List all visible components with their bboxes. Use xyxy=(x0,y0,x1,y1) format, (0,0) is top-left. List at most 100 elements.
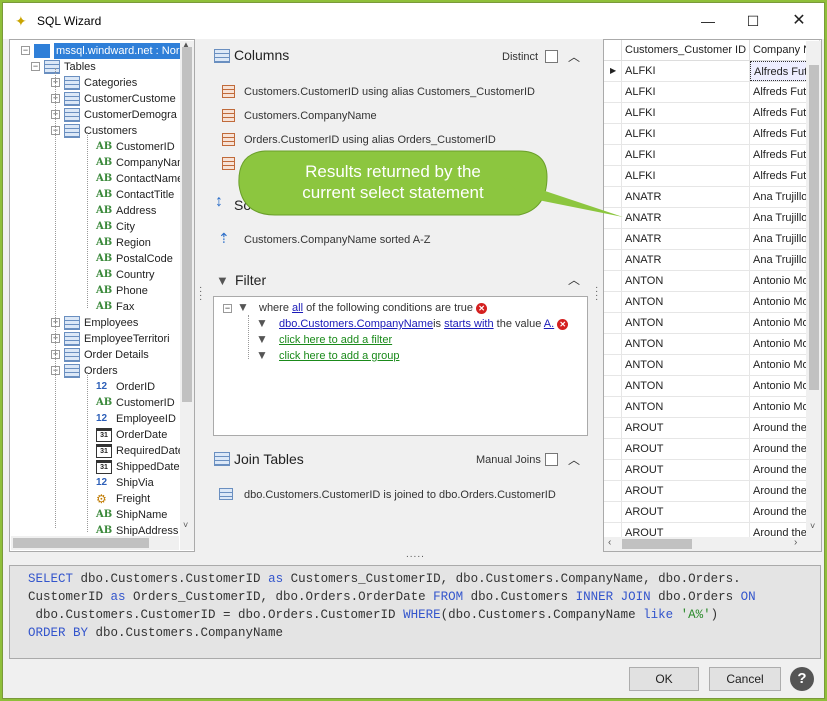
left-splitter-handle[interactable]: · · · · xyxy=(199,283,202,305)
tree-column[interactable]: AB Country xyxy=(10,267,180,283)
tree-table[interactable]: − Orders xyxy=(10,363,180,379)
tree-column[interactable]: AB PostalCode xyxy=(10,251,180,267)
tree-column[interactable]: AB Address xyxy=(10,203,180,219)
tree-column[interactable]: 31 RequiredDate xyxy=(10,443,184,459)
table-row[interactable]: AROUT Around the xyxy=(604,502,821,523)
table-row[interactable]: ANATR Ana Trujillo xyxy=(604,187,821,208)
tree-vertical-scrollbar[interactable]: ▲ ˅ xyxy=(180,40,194,550)
where-all-link[interactable]: all xyxy=(292,302,303,314)
tree-column[interactable]: ⚙ Freight xyxy=(10,491,180,507)
table-row[interactable]: ALFKI Alfreds Fut xyxy=(604,82,821,103)
grid-cell[interactable]: ANATR xyxy=(622,250,750,270)
grid-cell[interactable]: ALFKI xyxy=(622,103,750,123)
filter-group-collapse-icon[interactable]: − xyxy=(223,304,232,313)
add-group-link[interactable]: click here to add a group xyxy=(279,350,399,362)
grid-vertical-scrollbar[interactable]: ˅ xyxy=(806,41,821,551)
table-row[interactable]: AROUT Around the xyxy=(604,460,821,481)
tree-column[interactable]: 31 ShippedDate xyxy=(10,459,180,475)
columns-collapse-chevron-icon[interactable]: ︿ xyxy=(568,48,580,65)
grid-cell[interactable]: ANTON xyxy=(622,313,750,333)
bottom-splitter-handle[interactable]: ..... xyxy=(406,549,425,560)
tree-column[interactable]: AB Region xyxy=(10,235,180,251)
collapse-icon[interactable]: − xyxy=(21,46,30,55)
grid-cell[interactable]: AROUT xyxy=(622,418,750,438)
tree-root[interactable]: − mssql.windward.net : Nor xyxy=(10,43,182,59)
tree-hscroll-thumb[interactable] xyxy=(13,538,149,548)
tree-column[interactable]: AB ContactName xyxy=(10,171,183,187)
scroll-down-icon[interactable]: ˅ xyxy=(183,520,188,530)
tree-column[interactable]: AB Phone xyxy=(10,283,180,299)
right-splitter-handle[interactable]: · · · · xyxy=(595,283,598,305)
grid-scroll-left-icon[interactable]: ‹ xyxy=(608,537,611,548)
schema-tree[interactable]: − mssql.windward.net : Nor − Tables + Categor… xyxy=(9,39,195,552)
tree-column[interactable]: AB ContactTitle xyxy=(10,187,180,203)
add-filter-link[interactable]: click here to add a filter xyxy=(279,334,392,346)
grid-cell[interactable]: AROUT xyxy=(622,439,750,459)
tree-horizontal-scrollbar[interactable] xyxy=(11,536,179,550)
table-row[interactable]: ALFKI Alfreds Fut xyxy=(604,166,821,187)
grid-cell[interactable]: ANTON xyxy=(622,376,750,396)
grid-cell[interactable]: ALFKI xyxy=(622,145,750,165)
table-row[interactable]: ALFKI Alfreds Fut xyxy=(604,124,821,145)
grid-scroll-right-icon[interactable]: › xyxy=(794,537,797,548)
grid-cell[interactable]: ANTON xyxy=(622,292,750,312)
help-icon[interactable]: ? xyxy=(790,667,814,691)
grid-cell[interactable]: AROUT xyxy=(622,481,750,501)
join-item[interactable]: dbo.Customers.CustomerID is joined to db… xyxy=(244,489,556,501)
column-item[interactable]: Customers.CompanyName xyxy=(244,110,377,122)
tree-column[interactable]: 12 EmployeeID xyxy=(10,411,180,427)
table-row[interactable]: ▶ ALFKI Alfreds Fut xyxy=(604,61,821,82)
tree-scroll-thumb[interactable] xyxy=(182,47,192,402)
table-row[interactable]: ANTON Antonio Mo xyxy=(604,334,821,355)
sort-item[interactable]: Customers.CompanyName sorted A-Z xyxy=(244,234,430,246)
grid-cell[interactable]: ALFKI xyxy=(622,124,750,144)
condition-field-link[interactable]: dbo.Customers.CompanyName xyxy=(279,318,433,330)
grid-header-cell[interactable]: Customers_Customer ID xyxy=(622,40,750,60)
grid-cell[interactable]: ANTON xyxy=(622,355,750,375)
minimize-button[interactable]: — xyxy=(695,9,721,33)
grid-cell[interactable]: ALFKI xyxy=(622,82,750,102)
tree-table[interactable]: + CustomerCustome xyxy=(10,91,180,107)
grid-cell[interactable]: ANTON xyxy=(622,334,750,354)
results-grid[interactable]: Customers_Customer ID Company Nam ▶ ALFKI… xyxy=(603,39,822,552)
filter-tree[interactable]: − ▼ where all of the following condition… xyxy=(213,296,588,436)
tree-table[interactable]: + EmployeeTerritori xyxy=(10,331,180,347)
table-row[interactable]: ANTON Antonio Mo xyxy=(604,355,821,376)
tree-table[interactable]: + CustomerDemogra xyxy=(10,107,180,123)
tree-column[interactable]: AB CustomerID xyxy=(10,395,180,411)
maximize-button[interactable]: ☐ xyxy=(740,9,766,33)
grid-cell[interactable]: AROUT xyxy=(622,460,750,480)
grid-horizontal-scrollbar[interactable]: ‹ › xyxy=(604,537,806,551)
table-row[interactable]: ANATR Ana Trujillo xyxy=(604,229,821,250)
column-item[interactable]: Orders.CustomerID using alias Orders_Cus… xyxy=(244,134,496,146)
tree-column[interactable]: AB ShipName xyxy=(10,507,180,523)
collapse-icon[interactable]: − xyxy=(31,62,40,71)
remove-condition-icon[interactable]: ✕ xyxy=(557,318,569,330)
table-row[interactable]: ANTON Antonio Mo xyxy=(604,376,821,397)
condition-value-link[interactable]: A. xyxy=(544,318,554,330)
tree-column[interactable]: AB Fax xyxy=(10,299,180,315)
grid-cell[interactable]: ANATR xyxy=(622,229,750,249)
grid-hscroll-thumb[interactable] xyxy=(622,539,692,549)
tree-table[interactable]: + Order Details xyxy=(10,347,180,363)
table-row[interactable]: AROUT Around the xyxy=(604,418,821,439)
close-button[interactable]: ✕ xyxy=(786,9,812,33)
table-row[interactable]: ANTON Antonio Mo xyxy=(604,397,821,418)
tree-tables-folder[interactable]: − Tables xyxy=(10,59,180,75)
distinct-checkbox[interactable] xyxy=(545,50,558,63)
table-row[interactable]: ANTON Antonio Mo xyxy=(604,271,821,292)
grid-scroll-thumb[interactable] xyxy=(809,65,819,390)
grid-cell[interactable]: ALFKI xyxy=(622,61,750,81)
grid-cell[interactable]: ANTON xyxy=(622,271,750,291)
join-collapse-chevron-icon[interactable]: ︿ xyxy=(568,451,580,468)
tree-table[interactable]: + Categories xyxy=(10,75,180,91)
grid-cell[interactable]: ALFKI xyxy=(622,166,750,186)
grid-cell[interactable]: ANATR xyxy=(622,187,750,207)
table-row[interactable]: ANATR Ana Trujillo xyxy=(604,208,821,229)
grid-cell[interactable]: ANATR xyxy=(622,208,750,228)
grid-scroll-down-icon[interactable]: ˅ xyxy=(810,521,815,531)
tree-column[interactable]: AB CompanyName xyxy=(10,155,192,171)
tree-column[interactable]: AB City xyxy=(10,219,180,235)
manual-joins-checkbox[interactable] xyxy=(545,453,558,466)
ok-button[interactable]: OK xyxy=(629,667,699,691)
